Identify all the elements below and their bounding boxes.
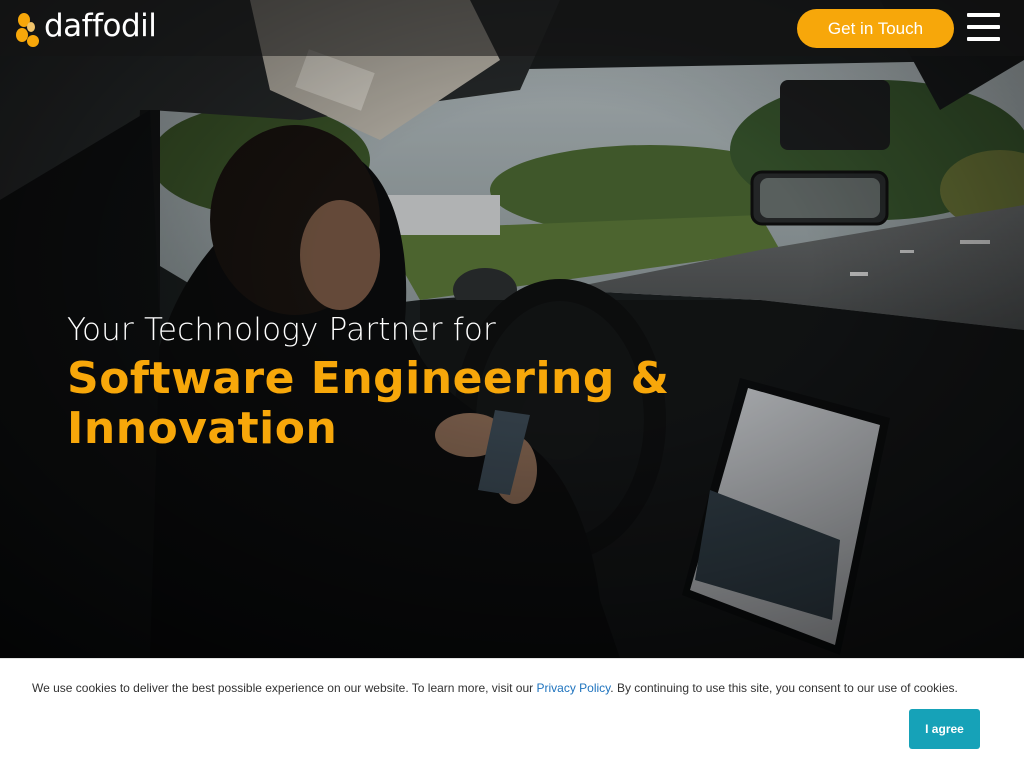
cookie-message-text-end: . By continuing to use this site, you co… (610, 681, 958, 695)
brand-logo-link[interactable]: daffodil (14, 6, 157, 50)
hero-text: Your Technology Partner for Software Eng… (67, 310, 787, 454)
cookie-consent-banner: We use cookies to deliver the best possi… (0, 658, 1024, 768)
agree-button[interactable]: I agree (909, 709, 980, 749)
cookie-message-text: We use cookies to deliver the best possi… (32, 681, 537, 695)
hamburger-line (967, 13, 1000, 17)
privacy-policy-link[interactable]: Privacy Policy (537, 681, 611, 695)
hero-tagline: Your Technology Partner for (67, 312, 497, 348)
hero-headline: Software Engineering & Innovation (67, 354, 787, 454)
hamburger-menu-icon[interactable] (967, 13, 1000, 43)
hero-headline-line1: Software Engineering & (67, 353, 670, 404)
cookie-message: We use cookies to deliver the best possi… (32, 681, 1012, 695)
daffodil-flower-icon (16, 13, 39, 47)
hamburger-line (967, 25, 1000, 29)
brand-name: daffodil (44, 7, 157, 44)
hero-headline-line2: Innovation (67, 403, 338, 454)
top-navigation-bar: daffodil Get in Touch (0, 0, 1024, 56)
hero-section: Your Technology Partner for Software Eng… (0, 0, 1024, 658)
get-in-touch-button[interactable]: Get in Touch (797, 9, 954, 48)
hamburger-line (967, 37, 1000, 41)
page: Your Technology Partner for Software Eng… (0, 0, 1024, 768)
